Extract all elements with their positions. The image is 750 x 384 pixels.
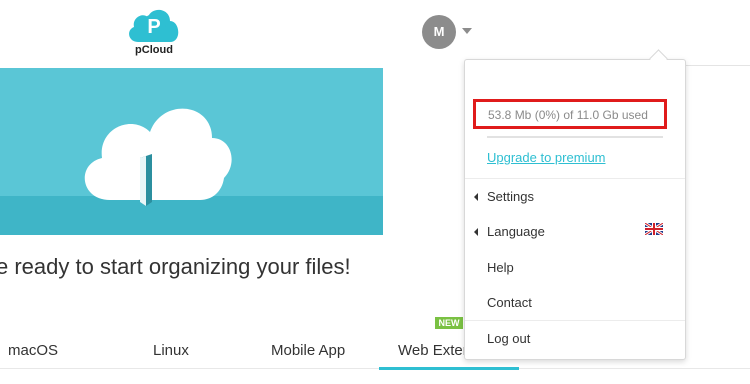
menu-item-contact[interactable]: Contact <box>487 295 532 310</box>
menu-item-logout[interactable]: Log out <box>487 331 530 346</box>
tab-mobile-app[interactable]: Mobile App <box>271 342 345 359</box>
chevron-down-icon[interactable] <box>462 28 472 34</box>
user-email-partial <box>487 78 587 86</box>
storage-progress-bar <box>487 136 663 138</box>
logo-text: pCloud <box>135 44 173 56</box>
upgrade-link[interactable]: Upgrade to premium <box>487 150 606 165</box>
header-divider <box>685 65 750 66</box>
tab-linux[interactable]: Linux <box>153 342 189 359</box>
menu-divider <box>465 178 685 179</box>
storage-usage-text: 53.8 Mb (0%) of 11.0 Gb used <box>488 108 648 122</box>
menu-item-language[interactable]: Language <box>487 224 545 239</box>
cloud-illustration-icon <box>0 68 383 235</box>
menu-item-settings[interactable]: Settings <box>487 189 534 204</box>
hero-banner <box>0 68 383 235</box>
chevron-left-icon <box>474 193 478 201</box>
storage-usage-highlight: 53.8 Mb (0%) of 11.0 Gb used <box>473 99 667 129</box>
cloud-logo-icon: P <box>129 9 179 42</box>
tab-macos[interactable]: macOS <box>8 342 58 359</box>
svg-text:P: P <box>147 16 160 38</box>
page-headline: e ready to start organizing your files! <box>0 254 351 279</box>
top-bar: P pCloud M <box>0 0 750 66</box>
menu-divider <box>465 320 685 321</box>
avatar[interactable]: M <box>422 15 456 49</box>
pcloud-logo[interactable]: P pCloud <box>124 6 184 60</box>
new-badge: NEW <box>435 317 463 329</box>
active-tab-indicator <box>379 367 519 370</box>
tabs-divider <box>0 368 750 369</box>
uk-flag-icon <box>645 223 663 235</box>
account-dropdown: 53.8 Mb (0%) of 11.0 Gb used Upgrade to … <box>464 59 686 360</box>
chevron-left-icon <box>474 228 478 236</box>
tab-web-extension[interactable]: Web Exter <box>398 342 468 359</box>
menu-item-help[interactable]: Help <box>487 260 514 275</box>
